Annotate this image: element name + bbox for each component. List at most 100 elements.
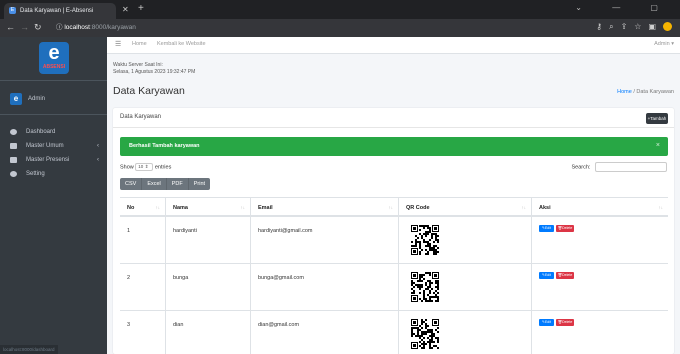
entries-label: entries <box>154 164 172 171</box>
breadcrumb-separator: / <box>633 89 635 95</box>
delete-button[interactable]: 🗑Delete <box>556 319 574 326</box>
qr-code-image <box>411 225 439 255</box>
cell-qr-code <box>398 311 531 354</box>
cell-no: 2 <box>127 275 131 281</box>
brand-link[interactable]: e ABSENSI <box>0 37 107 81</box>
user-panel[interactable]: e Admin <box>0 81 107 115</box>
forward-icon[interactable]: → <box>20 22 29 32</box>
close-tab-icon[interactable]: ✕ <box>122 5 129 14</box>
logo-text: ABSENSI <box>42 64 66 70</box>
excel-button[interactable]: Excel <box>142 178 167 190</box>
qr-code-image <box>411 272 439 302</box>
cell-no: 3 <box>127 322 131 328</box>
window-controls[interactable]: ⌄ — ▢ <box>575 3 672 12</box>
cell-nama: dian <box>165 311 250 354</box>
col-header-no[interactable]: No ↑↓ <box>120 198 165 215</box>
user-avatar: e <box>10 93 22 105</box>
col-header-aksi[interactable]: Aksi ↑↓ <box>531 198 668 215</box>
sidebar-item-dashboard[interactable]: Dashboard <box>0 125 107 139</box>
col-header-qr-code[interactable]: QR Code ↑↓ <box>398 198 531 215</box>
col-header-email[interactable]: Email ↑↓ <box>250 198 398 215</box>
cell-qr-code <box>398 217 531 263</box>
gear-icon <box>10 171 17 177</box>
add-karyawan-button[interactable]: +Tambah <box>646 113 668 124</box>
server-time-label: Waktu Server Saat Ini: <box>113 62 163 68</box>
profile-avatar[interactable] <box>663 22 672 32</box>
table-search: Search: <box>571 162 667 172</box>
nav-home-link[interactable]: Home <box>132 41 147 47</box>
show-label: Show <box>120 164 134 171</box>
sidebar-item-setting[interactable]: Setting <box>0 167 107 181</box>
sidebar-item-label: Setting <box>26 171 45 177</box>
share-icon[interactable]: ⇪ <box>621 22 635 31</box>
nav-user-menu[interactable]: Admin ▾ <box>654 41 674 47</box>
sidebar-item-master-umum[interactable]: Master Umum ‹ <box>0 139 107 153</box>
entries-length: Show 10 ⇕ entries <box>120 163 171 172</box>
sidebar-item-label: Dashboard <box>26 129 56 135</box>
sidepanel-icon[interactable]: ▣ <box>648 22 663 31</box>
print-button[interactable]: Print <box>188 178 211 190</box>
cell-nama: hardiyanti <box>165 217 250 263</box>
table-row: 2 bunga bunga@gmail.com ✎Edit 🗑Delete <box>120 264 668 311</box>
sort-asc-icon: ↑↓ <box>155 205 161 210</box>
browser-extensions[interactable]: ⚷⌕⇪☆▣ <box>596 22 672 32</box>
edit-button[interactable]: ✎Edit <box>539 319 554 326</box>
success-alert: Berhasil Tambah karyawan × <box>120 137 668 156</box>
chevron-left-icon: ‹ <box>97 157 99 163</box>
favicon-icon: E <box>9 7 16 14</box>
delete-button[interactable]: 🗑Delete <box>556 272 574 279</box>
pdf-button[interactable]: PDF <box>166 178 189 190</box>
cell-aksi: ✎Edit 🗑Delete <box>531 311 668 354</box>
user-name: Admin <box>28 96 46 102</box>
export-buttons: CSV Excel PDF Print <box>120 178 211 190</box>
server-time: Waktu Server Saat Ini: Selasa, 1 Agustus… <box>113 62 195 76</box>
alert-close-icon[interactable]: × <box>656 142 660 149</box>
page-title: Data Karyawan <box>113 85 185 97</box>
breadcrumb: Home / Data Karyawan <box>617 89 674 95</box>
url-host: localhost <box>64 24 90 31</box>
url-path: :8000/karyawan <box>89 24 136 31</box>
cell-qr-code <box>398 264 531 310</box>
search-label: Search: <box>571 164 591 171</box>
sort-icon: ↑↓ <box>240 205 246 210</box>
back-icon[interactable]: ← <box>6 22 15 32</box>
star-icon[interactable]: ☆ <box>634 22 648 31</box>
cell-aksi: ✎Edit 🗑Delete <box>531 217 668 263</box>
tab-title: Data Karyawan | E-Absensi <box>20 8 94 14</box>
sidebar: e ABSENSI e Admin Dashboard Master Umum … <box>0 37 107 354</box>
edit-button[interactable]: ✎Edit <box>539 272 554 279</box>
zoom-icon[interactable]: ⌕ <box>609 22 620 31</box>
cell-email: bunga@gmail.com <box>250 264 398 310</box>
entries-select[interactable]: 10 ⇕ <box>135 163 154 171</box>
cell-aksi: ✎Edit 🗑Delete <box>531 264 668 310</box>
sort-icon: ↑↓ <box>388 205 394 210</box>
delete-button[interactable]: 🗑Delete <box>556 225 574 232</box>
breadcrumb-home[interactable]: Home <box>617 89 632 95</box>
csv-button[interactable]: CSV <box>120 178 143 190</box>
browser-tab[interactable]: E Data Karyawan | E-Absensi <box>4 3 116 19</box>
hamburger-menu-icon[interactable]: ☰ <box>115 40 121 48</box>
nav-website-link[interactable]: Kembali ke Website <box>157 41 206 47</box>
search-input[interactable] <box>595 162 667 172</box>
alert-message: Berhasil Tambah karyawan <box>129 143 200 149</box>
edit-button[interactable]: ✎Edit <box>539 225 554 232</box>
cell-no: 1 <box>127 228 131 234</box>
new-tab-icon[interactable]: + <box>138 3 144 14</box>
server-time-value: Selasa, 1 Agustus 2023 19:32:47 PM <box>113 69 196 75</box>
url-input[interactable]: ⓘ localhost:8000/karyawan <box>56 22 586 34</box>
karyawan-card: Data Karyawan +Tambah Berhasil Tambah ka… <box>113 108 674 354</box>
sidebar-menu: Dashboard Master Umum ‹ Master Presensi … <box>0 125 107 181</box>
chevron-left-icon: ‹ <box>97 143 99 149</box>
sidebar-item-master-presensi[interactable]: Master Presensi ‹ <box>0 153 107 167</box>
key-icon[interactable]: ⚷ <box>596 22 609 31</box>
sort-icon: ↑↓ <box>658 205 664 210</box>
reload-icon[interactable]: ↻ <box>34 22 42 33</box>
cell-nama: bunga <box>165 264 250 310</box>
table-header-row: No ↑↓ Nama ↑↓ Email ↑↓ QR Code ↑↓ Aksi ↑↓ <box>120 197 668 217</box>
folder-icon <box>10 143 17 149</box>
sidebar-item-label: Master Umum <box>26 143 64 149</box>
col-header-nama[interactable]: Nama ↑↓ <box>165 198 250 215</box>
browser-tabbar: E Data Karyawan | E-Absensi ✕ + ⌄ — ▢ <box>0 0 680 19</box>
folder-icon <box>10 157 17 163</box>
app-logo: e ABSENSI <box>39 42 69 74</box>
